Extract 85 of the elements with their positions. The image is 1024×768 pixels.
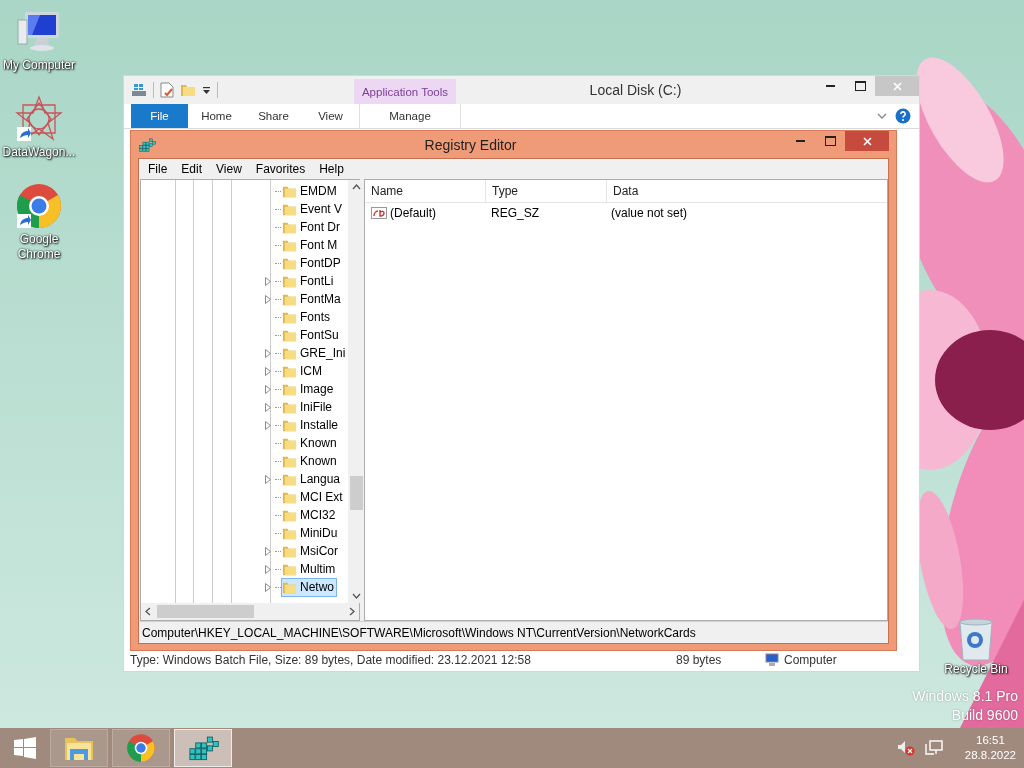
chevron-down-icon[interactable]	[877, 113, 887, 119]
expand-arrow-icon[interactable]	[265, 366, 271, 376]
tree-item[interactable]: Image	[281, 379, 337, 399]
tree-item[interactable]: ICM	[281, 361, 325, 381]
close-icon	[892, 81, 902, 91]
tree-item[interactable]: Netwo	[281, 577, 337, 597]
network-icon[interactable]	[924, 740, 943, 756]
taskbar-app-button[interactable]	[112, 729, 170, 767]
close-icon	[862, 136, 872, 146]
tree-item[interactable]: FontDP	[281, 253, 344, 273]
taskbar-app-button[interactable]	[174, 729, 232, 767]
column-header[interactable]: Name	[365, 180, 486, 202]
speaker-muted-icon[interactable]	[896, 740, 915, 756]
table-cell-text: REG_SZ	[490, 206, 540, 220]
string-value-icon	[371, 206, 387, 220]
registry-cubes-icon	[138, 135, 156, 154]
tree-item[interactable]: Known	[281, 433, 340, 453]
expand-arrow-icon[interactable]	[265, 546, 271, 556]
tree-item[interactable]: Event V	[281, 199, 346, 219]
star-pattern-icon[interactable]	[15, 95, 63, 143]
status-text: Computer	[784, 653, 837, 667]
status-path: Computer\HKEY_LOCAL_MACHINE\SOFTWARE\Microsoft\Windows NT\CurrentVersion\NetworkCards	[139, 621, 888, 643]
window-title: Local Disk (C:)	[588, 81, 683, 100]
scroll-thumb[interactable]	[157, 605, 254, 618]
tree-item[interactable]: Known	[281, 451, 340, 471]
chrome-logo-icon	[126, 733, 156, 763]
taskbar-app-button[interactable]	[50, 729, 108, 767]
maximize-icon	[854, 81, 866, 91]
menu-item[interactable]: View	[209, 162, 249, 176]
ribbon-tab[interactable]: Share	[245, 104, 302, 128]
expand-arrow-icon[interactable]	[265, 294, 271, 304]
tree-item[interactable]: Multim	[281, 559, 339, 579]
tree-item[interactable]: IniFile	[281, 397, 335, 417]
tree-item[interactable]: GRE_Ini	[281, 343, 349, 363]
document-icon[interactable]	[160, 82, 174, 98]
ribbon-tab[interactable]: Manage	[359, 104, 461, 128]
menu-item[interactable]: Help	[312, 162, 351, 176]
drive-icon[interactable]	[131, 82, 147, 98]
expand-arrow-icon[interactable]	[265, 348, 271, 358]
chrome-logo-icon[interactable]	[15, 182, 63, 230]
tree-item[interactable]: MsiCor	[281, 541, 341, 561]
tree-item[interactable]: MCI Ext	[281, 487, 346, 507]
windows-logo-icon	[14, 737, 36, 759]
minimize-icon	[795, 140, 805, 142]
tree-item[interactable]: MiniDu	[281, 523, 341, 543]
column-header[interactable]: Data	[607, 180, 773, 202]
dropdown-icon[interactable]	[202, 85, 211, 95]
tree-item[interactable]: Installe	[281, 415, 342, 435]
ribbon-tab[interactable]: View	[302, 104, 359, 128]
expand-arrow-icon[interactable]	[265, 402, 271, 412]
ribbon-tab[interactable]: Home	[188, 104, 245, 128]
menu-item[interactable]: Favorites	[248, 162, 313, 176]
scrollbar[interactable]	[141, 603, 359, 620]
tree-item[interactable]: Langua	[281, 469, 344, 489]
tree-item[interactable]: FontMa	[281, 289, 344, 309]
folder-icon	[64, 735, 94, 761]
tree-item[interactable]: Font M	[281, 235, 341, 255]
file-tab[interactable]: File	[131, 104, 188, 128]
scroll-thumb[interactable]	[350, 476, 364, 510]
expand-arrow-icon[interactable]	[265, 564, 271, 574]
window-title: Registry Editor	[423, 136, 518, 153]
tree-item[interactable]: MCI32	[281, 505, 339, 525]
tree-item[interactable]: Fonts	[281, 307, 333, 327]
expand-arrow-icon[interactable]	[265, 582, 271, 592]
expand-arrow-icon[interactable]	[265, 384, 271, 394]
table-cell: (Default)	[390, 206, 436, 220]
recycle-bin-icon[interactable]	[956, 618, 996, 662]
tree-item[interactable]: Font Dr	[281, 217, 343, 237]
tree-item[interactable]: FontSu	[281, 325, 342, 345]
menu-item[interactable]: Edit	[174, 162, 210, 176]
minimize-icon	[825, 85, 835, 87]
expand-arrow-icon[interactable]	[265, 276, 271, 286]
maximize-icon	[824, 136, 836, 146]
table-cell-text: (value not set)	[610, 206, 689, 220]
menu-item[interactable]: File	[141, 162, 175, 176]
expand-arrow-icon[interactable]	[265, 474, 271, 484]
context-group-label: Application Tools	[354, 79, 456, 104]
tree-item[interactable]: EMDM	[281, 181, 340, 201]
tree-item[interactable]: FontLi	[281, 271, 337, 291]
computer-icon	[764, 653, 780, 667]
column-header[interactable]: Type	[486, 180, 607, 202]
status-text: 89 bytes	[676, 653, 723, 667]
status-text: Type: Windows Batch File, Size: 89 bytes, Date modified: 23.12.2021 12:58	[130, 653, 532, 667]
expand-arrow-icon[interactable]	[265, 420, 271, 430]
help-icon[interactable]	[895, 108, 911, 124]
